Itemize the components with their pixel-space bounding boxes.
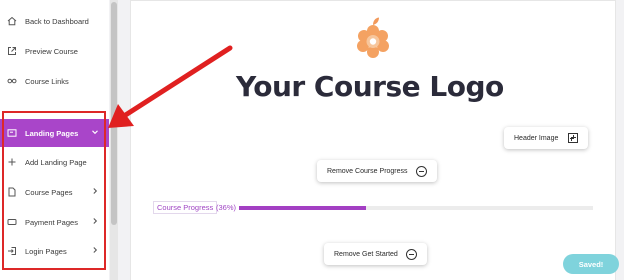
minus-circle-icon [415, 165, 427, 177]
home-icon [7, 16, 17, 26]
sidebar-item-label: Course Links [25, 76, 69, 86]
header-image-label: Header Image [514, 134, 559, 142]
course-progress-percent: (36%) [216, 203, 237, 212]
image-icon [568, 133, 579, 143]
course-logo-icon [357, 17, 389, 58]
remove-course-progress-label: Remove Course Progress [327, 167, 408, 175]
remove-get-started-label: Remove Get Started [334, 250, 398, 258]
remove-course-progress-button[interactable]: Remove Course Progress [317, 160, 437, 182]
sidebar-scroll-thumb[interactable] [111, 2, 117, 225]
sidebar-item-preview-course[interactable]: Preview Course [0, 37, 109, 65]
sidebar-item-label: Back to Dashboard [25, 16, 89, 26]
sidebar-item-course-links[interactable]: Course Links [0, 67, 109, 95]
course-logo-text: Your Course Logo [236, 70, 504, 103]
course-progress-bar [239, 206, 593, 210]
header-image-button[interactable]: Header Image [504, 127, 589, 149]
course-progress-label[interactable]: Course Progress [153, 201, 218, 214]
annotation-highlight-box [2, 111, 106, 270]
remove-get-started-button[interactable]: Remove Get Started [324, 243, 427, 265]
link-icon [7, 76, 17, 86]
minus-circle-icon [405, 248, 417, 260]
sidebar-item-label: Preview Course [25, 46, 78, 56]
course-progress-fill [239, 206, 367, 210]
external-link-icon [7, 46, 17, 56]
saved-button[interactable]: Saved! [563, 254, 619, 274]
sidebar-item-back-to-dashboard[interactable]: Back to Dashboard [0, 7, 109, 35]
